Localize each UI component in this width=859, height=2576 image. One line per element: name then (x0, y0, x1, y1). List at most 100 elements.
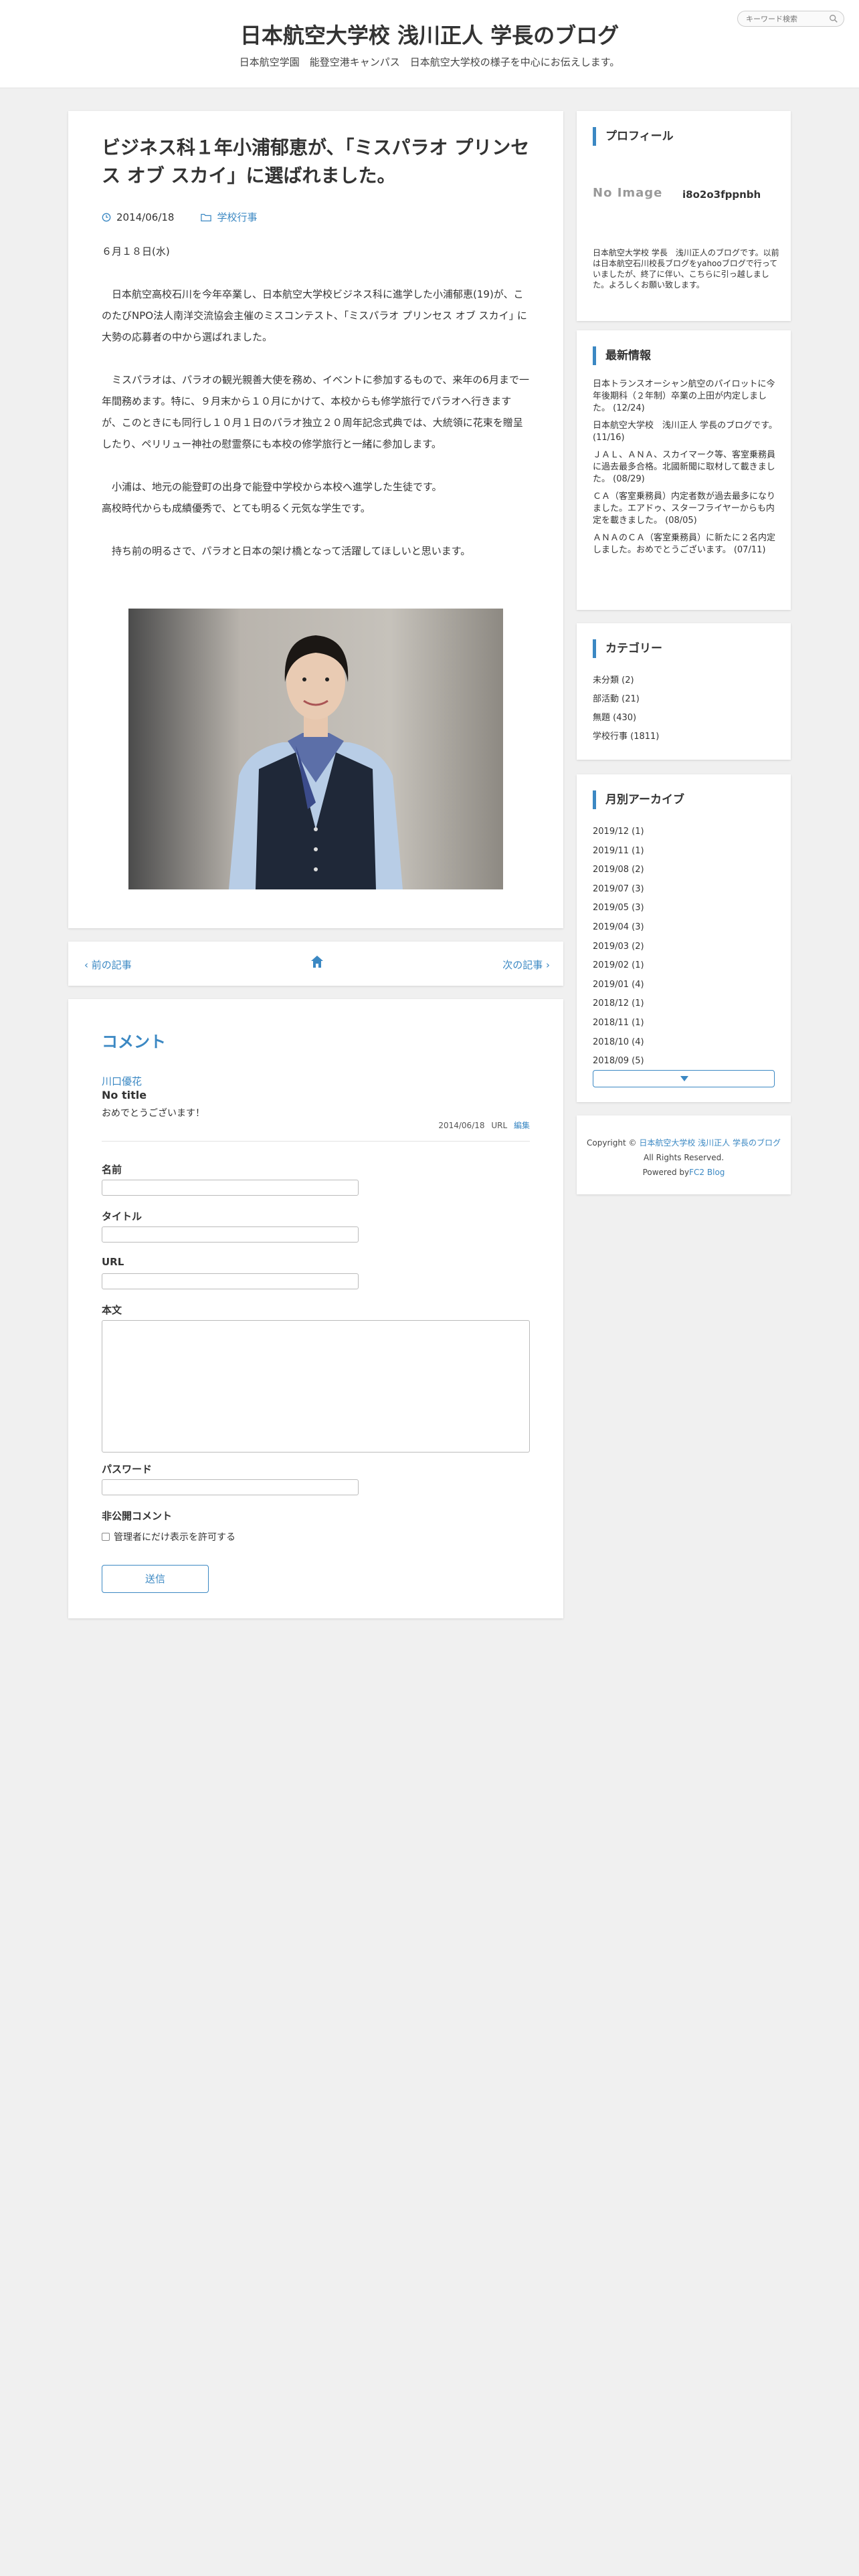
fc2-blog-link[interactable]: FC2 Blog (689, 1168, 725, 1177)
private-comment-checkbox[interactable] (102, 1533, 110, 1541)
copyright-prefix: Copyright © (587, 1138, 637, 1148)
copyright-link[interactable]: 日本航空大学校 浅川正人 学長のブログ (639, 1138, 781, 1148)
comments-heading: コメント (102, 1033, 166, 1051)
comments-section: コメント 川口優花 No title おめでとうございます！ 2014/06/1… (68, 999, 563, 1618)
body-textarea[interactable] (102, 1320, 530, 1453)
profile-widget: プロフィール No Image i8o2o3fppnbh 日本航空大学校 学長 … (577, 111, 791, 321)
profile-name: i8o2o3fppnbh (682, 189, 761, 201)
recent-posts-widget: 最新情報 日本トランスオーシャン航空のパイロットに今年後期科（２年制）卒業の上田… (577, 330, 791, 610)
archive-item[interactable]: 2019/04 (3) (593, 918, 644, 938)
clock-icon (102, 213, 111, 221)
recent-post-item[interactable]: ＣＡ（客室乗務員）内定者数が過去最多になりました。エアドゥ、スターフライヤーから… (593, 491, 780, 527)
name-field[interactable] (102, 1180, 359, 1196)
archive-item[interactable]: 2018/09 (5) (593, 1052, 644, 1071)
folder-icon (201, 213, 212, 221)
archive-item[interactable]: 2019/11 (1) (593, 842, 644, 861)
site-footer: Copyright © 日本航空大学校 浅川正人 学長のブログ All Righ… (577, 1115, 791, 1194)
post-paragraph: 持ち前の明るさで、パラオと日本の架け橋となって活躍してほしいと思います。 (102, 545, 471, 557)
chevron-left-icon: ‹ (84, 959, 92, 971)
archives-widget: 月別アーカイブ 2019/12 (1) 2019/11 (1) 2019/08 … (577, 774, 791, 1102)
site-title[interactable]: 日本航空大学校 浅川正人 学長のブログ (0, 19, 859, 49)
category-item[interactable]: 部活動 (21) (593, 690, 659, 709)
categories-list: 未分類 (2) 部活動 (21) 無題 (430) 学校行事 (1811) (593, 671, 659, 746)
post-paragraph: ６月１８日(水) (102, 245, 170, 257)
url-label: URL (102, 1256, 124, 1268)
recent-posts-heading: 最新情報 (593, 346, 651, 365)
submit-button[interactable]: 送信 (102, 1565, 209, 1593)
search-input[interactable] (738, 11, 818, 27)
private-comment-label: 非公開コメント (102, 1510, 173, 1522)
categories-heading: カテゴリー (593, 639, 662, 658)
archives-heading: 月別アーカイブ (593, 790, 684, 809)
category-item[interactable]: 未分類 (2) (593, 671, 659, 690)
search-icon[interactable] (829, 14, 838, 23)
archive-item[interactable]: 2019/05 (3) (593, 899, 644, 918)
site-description: 日本航空学園 能登空港キャンパス 日本航空大学校の様子を中心にお伝えします。 (239, 56, 620, 68)
post-paragraph: 高校時代からも成績優秀で、とても明るく元気な学生です。 (102, 502, 371, 514)
comment-url-label: URL (491, 1121, 508, 1130)
post-title: ビジネス科１年小浦郁恵が、「ミスパラオ プリンセス オブ スカイ」に選ばれました… (102, 136, 530, 187)
post-photo[interactable] (128, 609, 503, 889)
divider (102, 1141, 530, 1142)
archive-item[interactable]: 2018/10 (4) (593, 1033, 644, 1053)
comment-body: おめでとうございます！ (102, 1108, 205, 1119)
archive-item[interactable]: 2019/02 (1) (593, 956, 644, 976)
home-icon[interactable] (309, 954, 325, 970)
archive-item[interactable]: 2019/01 (4) (593, 976, 644, 995)
categories-widget: カテゴリー 未分類 (2) 部活動 (21) 無題 (430) 学校行事 (18… (577, 623, 791, 760)
profile-description: 日本航空大学校 学長 浅川正人のブログです。以前は日本航空石川校長ブログをyah… (593, 248, 779, 290)
password-label: パスワード (102, 1463, 153, 1475)
url-field[interactable] (102, 1273, 359, 1289)
prev-post-link[interactable]: ‹ 前の記事 (84, 958, 132, 972)
article-card: ビジネス科１年小浦郁恵が、「ミスパラオ プリンセス オブ スカイ」に選ばれました… (68, 111, 563, 928)
next-post-label: 次の記事 (502, 959, 543, 971)
post-paragraph: 日本航空高校石川を今年卒業し、日本航空大学校ビジネス科に進学した小浦郁恵(19)… (102, 288, 527, 343)
archive-item[interactable]: 2019/07 (3) (593, 880, 644, 899)
comment-edit-link[interactable]: 編集 (514, 1121, 530, 1130)
post-body: ６月１８日(水) 日本航空高校石川を今年卒業し、日本航空大学校ビジネス科に進学し… (102, 241, 530, 562)
recent-post-item[interactable]: ＪＡＬ、ＡＮＡ、スカイマーク等、客室乗務員に過去最多合格。北國新聞に取材して載き… (593, 449, 780, 486)
title-label: タイトル (102, 1210, 142, 1222)
rights-text: All Rights Reserved. (643, 1153, 725, 1162)
footer-text: Copyright © 日本航空大学校 浅川正人 学長のブログ All Righ… (577, 1136, 791, 1180)
name-label: 名前 (102, 1164, 122, 1176)
body-label: 本文 (102, 1304, 122, 1316)
archive-item[interactable]: 2019/03 (2) (593, 938, 644, 957)
category-item[interactable]: 学校行事 (1811) (593, 728, 659, 746)
post-meta: 2014/06/18 学校行事 (102, 210, 257, 224)
private-comment-option[interactable]: 管理者にだけ表示を許可する (102, 1530, 235, 1543)
chevron-right-icon: › (543, 959, 550, 971)
recent-posts-list: 日本トランスオーシャン航空のパイロットに今年後期科（２年制）卒業の上田が内定しま… (593, 379, 780, 562)
post-paragraph: ミスパラオは、パラオの観光親善大使を務め、イベントに参加するもので、来年の6月ま… (102, 374, 529, 450)
search-box[interactable] (737, 11, 844, 27)
chevron-down-icon (680, 1076, 688, 1081)
archives-expand-button[interactable] (593, 1070, 775, 1087)
site-header: 日本航空大学校 浅川正人 学長のブログ 日本航空学園 能登空港キャンパス 日本航… (0, 0, 859, 88)
comment-date: 2014/06/18 (438, 1121, 485, 1130)
password-field[interactable] (102, 1479, 359, 1495)
archive-item[interactable]: 2019/08 (2) (593, 861, 644, 880)
student-photo-illustration (128, 609, 503, 889)
post-date: 2014/06/18 (116, 211, 175, 223)
post-navigation: ‹ 前の記事 次の記事 › (68, 942, 563, 986)
profile-avatar-placeholder: No Image (593, 186, 663, 200)
private-comment-option-label: 管理者にだけ表示を許可する (114, 1532, 235, 1543)
archives-list: 2019/12 (1) 2019/11 (1) 2019/08 (2) 2019… (593, 823, 644, 1071)
recent-post-item[interactable]: 日本トランスオーシャン航空のパイロットに今年後期科（２年制）卒業の上田が内定しま… (593, 379, 780, 415)
comment-meta: 2014/06/18 URL 編集 (438, 1119, 530, 1131)
prev-post-label: 前の記事 (91, 959, 132, 971)
post-category-link[interactable]: 学校行事 (217, 210, 257, 224)
comment-author[interactable]: 川口優花 (102, 1074, 142, 1088)
profile-heading: プロフィール (593, 127, 674, 146)
next-post-link[interactable]: 次の記事 › (502, 958, 550, 972)
title-field[interactable] (102, 1226, 359, 1243)
category-item[interactable]: 無題 (430) (593, 709, 659, 728)
archive-item[interactable]: 2018/12 (1) (593, 994, 644, 1014)
comment-title: No title (102, 1089, 147, 1101)
recent-post-item[interactable]: 日本航空大学校 浅川正人 学長のブログです。 (11/16) (593, 420, 780, 444)
post-paragraph: 小浦は、地元の能登町の出身で能登中学校から本校へ進学した生徒です。 (102, 481, 442, 493)
archive-item[interactable]: 2019/12 (1) (593, 823, 644, 842)
powered-prefix: Powered by (642, 1168, 690, 1177)
recent-post-item[interactable]: ＡＮＡのＣＡ（客室乗務員）に新たに２名内定しました。おめでとうございます。 (0… (593, 532, 780, 556)
archive-item[interactable]: 2018/11 (1) (593, 1014, 644, 1033)
